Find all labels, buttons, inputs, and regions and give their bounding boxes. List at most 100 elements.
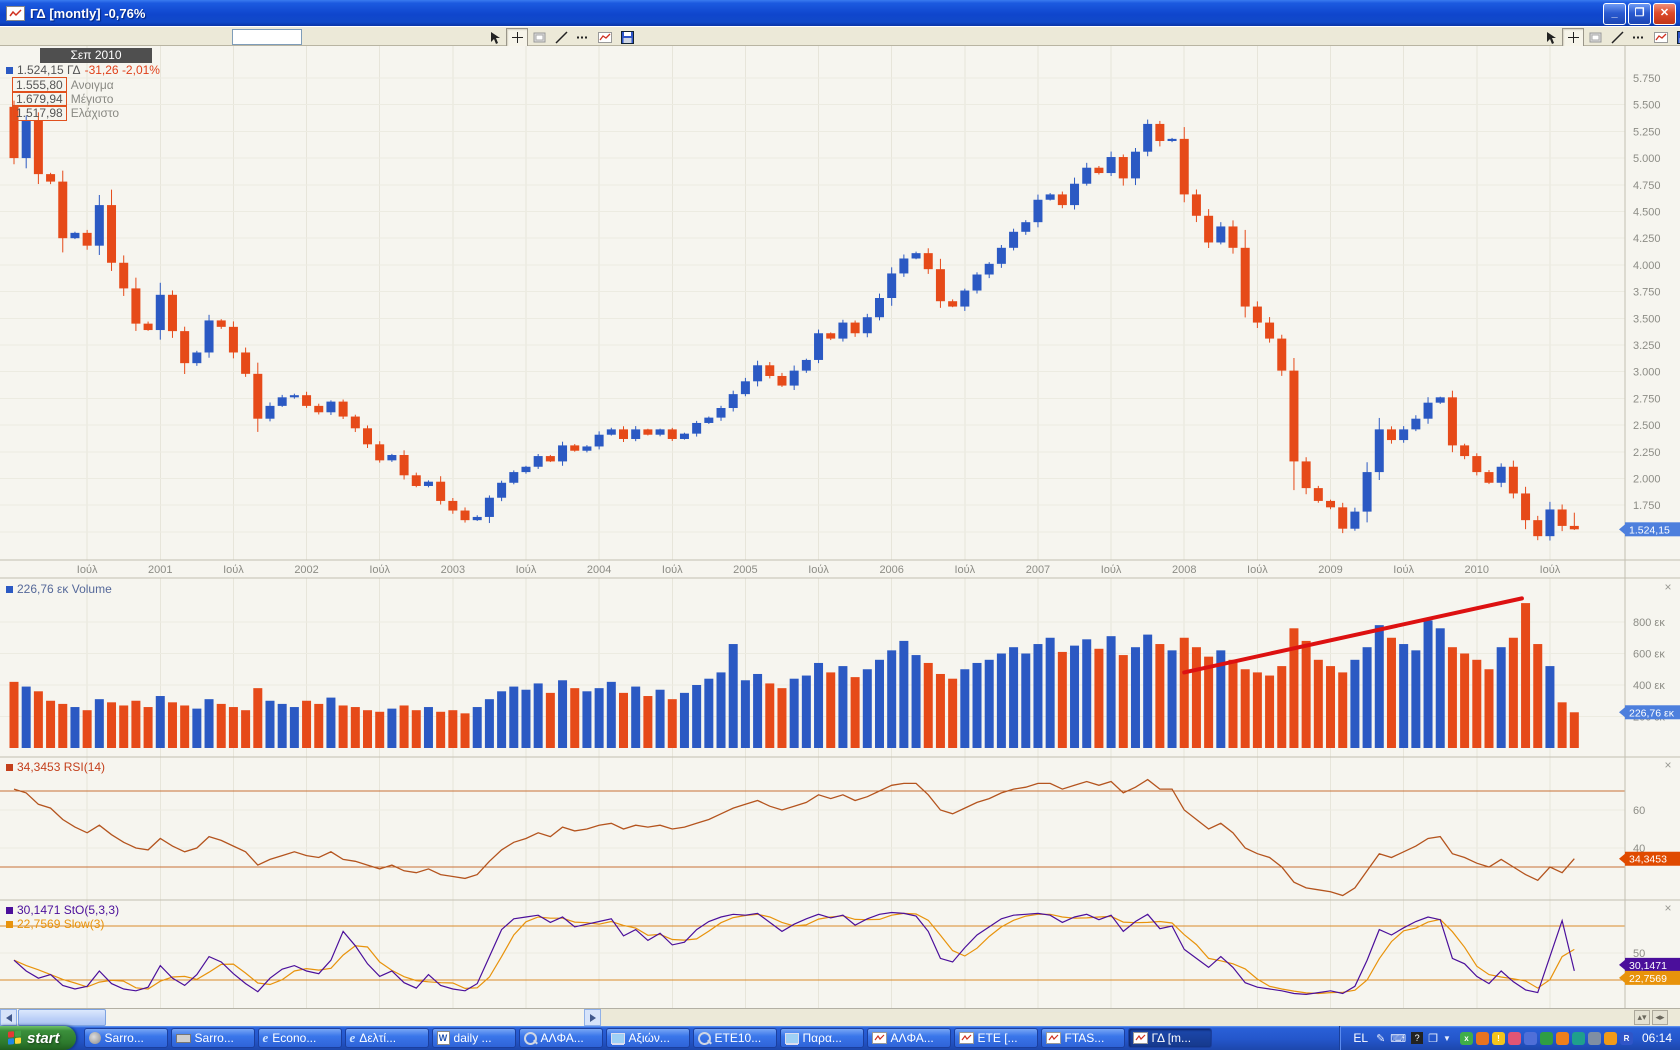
keyboard-icon[interactable]: ⌨ [1390, 1032, 1406, 1045]
taskbar-button-1[interactable]: Sarro... [84, 1028, 168, 1048]
rsi-tick-label: 60 [1633, 805, 1645, 817]
close-button[interactable]: ✕ [1653, 3, 1676, 25]
x-axis-label: 2004 [587, 564, 611, 576]
taskbar-button-6[interactable]: ΑΛΦΑ... [519, 1028, 603, 1048]
pointer-tool-button[interactable] [1540, 28, 1562, 47]
save-tool-button[interactable] [616, 28, 638, 47]
chart-tool-button[interactable] [1650, 28, 1672, 47]
scrollbar-thumb[interactable] [18, 1009, 106, 1026]
volume-bar [1009, 647, 1018, 748]
crosshair-tool-button[interactable] [506, 28, 528, 47]
last-price-tag-text: 1.524,15 [1629, 524, 1670, 536]
trendline-tool-button[interactable] [550, 28, 572, 47]
candle [1180, 139, 1189, 195]
candle [631, 429, 640, 439]
price-tick-label: 5.500 [1633, 100, 1661, 112]
corner-button-1[interactable]: ▴▾ [1634, 1010, 1650, 1025]
candle [351, 417, 360, 429]
taskbar-button-2[interactable]: Sarro... [171, 1028, 255, 1048]
volume-bar [753, 674, 762, 748]
taskbar-button-5[interactable]: Wdaily ... [432, 1028, 516, 1048]
volume-bar [1107, 636, 1116, 748]
tray-icon-1[interactable]: x [1460, 1032, 1473, 1045]
taskbar-button-4[interactable]: eΔελτί... [345, 1028, 429, 1048]
candle [302, 395, 311, 406]
taskbar-button-7[interactable]: Αξιών... [606, 1028, 690, 1048]
candle [1509, 467, 1518, 494]
pointer-tool-button[interactable] [484, 28, 506, 47]
start-button[interactable]: start [0, 1026, 76, 1050]
taskbar-button-10[interactable]: ΑΛΦΑ... [867, 1028, 951, 1048]
dropdown-arrow-icon[interactable]: ▼ [1443, 1034, 1451, 1043]
volume-bar [1314, 660, 1323, 748]
tray-icon-5[interactable] [1524, 1032, 1537, 1045]
rsi-panel-close-icon[interactable]: × [1662, 760, 1674, 772]
scroll-right-button[interactable] [584, 1009, 601, 1026]
candle [168, 295, 177, 331]
chart-area[interactable]: 5.7505.5005.2505.0004.7504.5004.2504.000… [0, 46, 1680, 1008]
candle [278, 397, 287, 406]
price-tick-label: 2.750 [1633, 393, 1661, 405]
taskbar-clock[interactable]: 06:14 [1642, 1031, 1672, 1045]
candle [680, 434, 689, 439]
stochastic-panel-close-icon[interactable]: × [1662, 903, 1674, 915]
trendline-tool-button[interactable] [1606, 28, 1628, 47]
candle [34, 121, 43, 174]
scroll-left-button[interactable] [0, 1009, 17, 1026]
tray-icon-10[interactable] [1604, 1032, 1617, 1045]
tray-icon-9[interactable] [1588, 1032, 1601, 1045]
chart-icon [959, 1032, 974, 1044]
tray-icon-4[interactable] [1508, 1032, 1521, 1045]
tray-icon-2[interactable] [1476, 1032, 1489, 1045]
symbol-input[interactable] [232, 29, 302, 45]
crosshair-tool-button[interactable] [1562, 28, 1584, 47]
taskbar-button-13[interactable]: ΓΔ [m... [1128, 1028, 1212, 1048]
x-axis-label: Ιούλ [1101, 564, 1122, 576]
volume-bar [58, 704, 67, 748]
volume-bar [887, 650, 896, 748]
x-axis-label: Ιούλ [808, 564, 829, 576]
legend-low-line: 1.517,98 Ελάχιστο [12, 105, 119, 121]
candle [241, 352, 250, 373]
tray-icon-7[interactable] [1556, 1032, 1569, 1045]
maximize-button[interactable]: ❐ [1628, 3, 1651, 25]
taskbar-button-label: ΑΛΦΑ... [541, 1031, 584, 1045]
corner-button-2[interactable]: ◂▸ [1652, 1010, 1668, 1025]
tray-icon-8[interactable] [1572, 1032, 1585, 1045]
taskbar-button-12[interactable]: FTAS... [1041, 1028, 1125, 1048]
taskbar-button-9[interactable]: Παρα... [780, 1028, 864, 1048]
dotted-line-tool-button[interactable] [572, 28, 594, 47]
taskbar-button-11[interactable]: ΕΤΕ [... [954, 1028, 1038, 1048]
tray-icon-11[interactable]: R [1620, 1032, 1633, 1045]
taskbar-button-label: ΑΛΦΑ... [891, 1031, 934, 1045]
candle [814, 333, 823, 360]
price-chart-canvas[interactable]: 5.7505.5005.2505.0004.7504.5004.2504.000… [0, 46, 1680, 1008]
restore-window-icon[interactable]: ❐ [1428, 1032, 1438, 1045]
volume-bar [1545, 666, 1554, 748]
candle [1119, 157, 1128, 178]
box-tool-button[interactable] [528, 28, 550, 47]
candle [1314, 488, 1323, 501]
chart-tool-button[interactable] [594, 28, 616, 47]
candle [887, 273, 896, 298]
taskbar-button-8[interactable]: ΕΤΕ10... [693, 1028, 777, 1048]
pen-icon[interactable]: ✎ [1376, 1032, 1385, 1045]
tray-icon-6[interactable] [1540, 1032, 1553, 1045]
minimize-button[interactable]: _ [1603, 3, 1626, 25]
volume-bar [1411, 650, 1420, 748]
volume-bar [509, 687, 518, 748]
help-icon[interactable]: ? [1411, 1032, 1423, 1044]
price-tick-label: 3.000 [1633, 367, 1661, 379]
volume-panel-close-icon[interactable]: × [1662, 582, 1674, 594]
volume-bar [1155, 644, 1164, 748]
volume-bar [314, 704, 323, 748]
tray-icon-3[interactable]: ! [1492, 1032, 1505, 1045]
language-indicator[interactable]: EL [1350, 1031, 1371, 1045]
taskbar-button-3[interactable]: eEcono... [258, 1028, 342, 1048]
box-tool-button[interactable] [1584, 28, 1606, 47]
candle [1484, 472, 1493, 483]
taskbar-button-label: ΕΤΕ10... [715, 1031, 762, 1045]
dotted-line-tool-button[interactable] [1628, 28, 1650, 47]
candle [899, 258, 908, 273]
save-tool-button[interactable] [1672, 28, 1680, 47]
